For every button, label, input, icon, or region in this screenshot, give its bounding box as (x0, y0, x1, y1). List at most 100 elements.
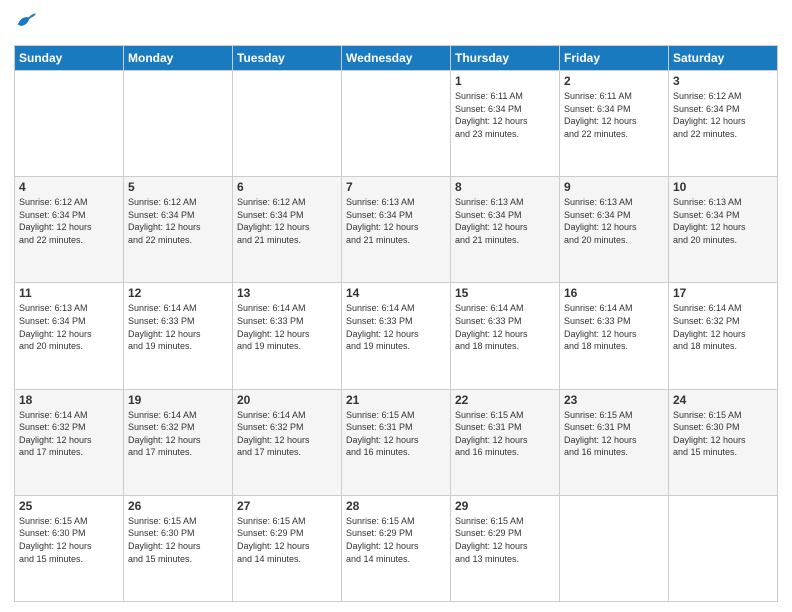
calendar-day-cell: 15 Sunrise: 6:14 AMSunset: 6:33 PMDayligh… (451, 283, 560, 389)
day-number: 8 (455, 180, 555, 194)
header (14, 10, 778, 37)
calendar-day-cell: 12 Sunrise: 6:14 AMSunset: 6:33 PMDayligh… (124, 283, 233, 389)
calendar-body: 1 Sunrise: 6:11 AMSunset: 6:34 PMDaylight… (15, 71, 778, 602)
calendar-day-cell: 6 Sunrise: 6:12 AMSunset: 6:34 PMDaylight… (233, 177, 342, 283)
day-number: 25 (19, 499, 119, 513)
day-info: Sunrise: 6:15 AMSunset: 6:29 PMDaylight:… (346, 515, 446, 565)
calendar-day-cell: 28 Sunrise: 6:15 AMSunset: 6:29 PMDayligh… (342, 495, 451, 601)
calendar-day-cell: 10 Sunrise: 6:13 AMSunset: 6:34 PMDayligh… (669, 177, 778, 283)
calendar-day-header: Tuesday (233, 46, 342, 71)
calendar-day-cell: 5 Sunrise: 6:12 AMSunset: 6:34 PMDaylight… (124, 177, 233, 283)
day-number: 14 (346, 286, 446, 300)
day-info: Sunrise: 6:15 AMSunset: 6:29 PMDaylight:… (455, 515, 555, 565)
calendar-day-cell (342, 71, 451, 177)
calendar-day-cell: 25 Sunrise: 6:15 AMSunset: 6:30 PMDayligh… (15, 495, 124, 601)
day-number: 4 (19, 180, 119, 194)
logo (14, 10, 38, 37)
calendar-day-cell: 2Sunrise: 6:11 AMSunset: 6:34 PMDaylight… (560, 71, 669, 177)
calendar-day-cell: 18 Sunrise: 6:14 AMSunset: 6:32 PMDayligh… (15, 389, 124, 495)
day-info: Sunrise: 6:11 AMSunset: 6:34 PMDaylight:… (455, 90, 555, 140)
day-number: 13 (237, 286, 337, 300)
calendar-day-cell: 8 Sunrise: 6:13 AMSunset: 6:34 PMDaylight… (451, 177, 560, 283)
day-info: Sunrise: 6:15 AMSunset: 6:29 PMDaylight:… (237, 515, 337, 565)
day-number: 2 (564, 74, 664, 88)
calendar-week-row: 1 Sunrise: 6:11 AMSunset: 6:34 PMDaylight… (15, 71, 778, 177)
day-info: Sunrise: 6:14 AMSunset: 6:33 PMDaylight:… (455, 302, 555, 352)
day-info: Sunrise: 6:12 AMSunset: 6:34 PMDaylight:… (673, 90, 773, 140)
day-info: Sunrise: 6:12 AMSunset: 6:34 PMDaylight:… (237, 196, 337, 246)
day-info: Sunrise: 6:13 AMSunset: 6:34 PMDaylight:… (564, 196, 664, 246)
day-number: 27 (237, 499, 337, 513)
day-info: Sunrise: 6:15 AMSunset: 6:31 PMDaylight:… (455, 409, 555, 459)
day-number: 7 (346, 180, 446, 194)
calendar-day-cell (15, 71, 124, 177)
calendar-day-header: Sunday (15, 46, 124, 71)
day-info: Sunrise: 6:13 AMSunset: 6:34 PMDaylight:… (19, 302, 119, 352)
day-number: 6 (237, 180, 337, 194)
calendar-day-cell: 14 Sunrise: 6:14 AMSunset: 6:33 PMDayligh… (342, 283, 451, 389)
calendar-day-cell: 29 Sunrise: 6:15 AMSunset: 6:29 PMDayligh… (451, 495, 560, 601)
day-info: Sunrise: 6:14 AMSunset: 6:32 PMDaylight:… (673, 302, 773, 352)
calendar-day-cell: 7 Sunrise: 6:13 AMSunset: 6:34 PMDaylight… (342, 177, 451, 283)
day-info: Sunrise: 6:14 AMSunset: 6:33 PMDaylight:… (564, 302, 664, 352)
day-number: 29 (455, 499, 555, 513)
day-number: 24 (673, 393, 773, 407)
calendar-header-row: SundayMondayTuesdayWednesdayThursdayFrid… (15, 46, 778, 71)
day-info: Sunrise: 6:12 AMSunset: 6:34 PMDaylight:… (19, 196, 119, 246)
day-number: 19 (128, 393, 228, 407)
day-number: 26 (128, 499, 228, 513)
calendar-day-cell (124, 71, 233, 177)
day-info: Sunrise: 6:13 AMSunset: 6:34 PMDaylight:… (455, 196, 555, 246)
calendar-day-cell: 4 Sunrise: 6:12 AMSunset: 6:34 PMDaylight… (15, 177, 124, 283)
calendar-day-cell: 16 Sunrise: 6:14 AMSunset: 6:33 PMDayligh… (560, 283, 669, 389)
day-number: 12 (128, 286, 228, 300)
calendar-day-cell: 9 Sunrise: 6:13 AMSunset: 6:34 PMDaylight… (560, 177, 669, 283)
day-info: Sunrise: 6:15 AMSunset: 6:31 PMDaylight:… (564, 409, 664, 459)
day-number: 15 (455, 286, 555, 300)
calendar-day-cell: 1 Sunrise: 6:11 AMSunset: 6:34 PMDaylight… (451, 71, 560, 177)
calendar-day-cell: 22Sunrise: 6:15 AMSunset: 6:31 PMDayligh… (451, 389, 560, 495)
day-number: 1 (455, 74, 555, 88)
day-info: Sunrise: 6:14 AMSunset: 6:32 PMDaylight:… (128, 409, 228, 459)
calendar-day-cell: 13 Sunrise: 6:14 AMSunset: 6:33 PMDayligh… (233, 283, 342, 389)
calendar-day-cell: 20 Sunrise: 6:14 AMSunset: 6:32 PMDayligh… (233, 389, 342, 495)
calendar-week-row: 4 Sunrise: 6:12 AMSunset: 6:34 PMDaylight… (15, 177, 778, 283)
day-info: Sunrise: 6:13 AMSunset: 6:34 PMDaylight:… (346, 196, 446, 246)
calendar-day-cell (233, 71, 342, 177)
calendar-day-cell: 27 Sunrise: 6:15 AMSunset: 6:29 PMDayligh… (233, 495, 342, 601)
day-number: 16 (564, 286, 664, 300)
day-info: Sunrise: 6:14 AMSunset: 6:33 PMDaylight:… (346, 302, 446, 352)
day-number: 28 (346, 499, 446, 513)
calendar-day-cell: 23 Sunrise: 6:15 AMSunset: 6:31 PMDayligh… (560, 389, 669, 495)
calendar-day-cell: 3 Sunrise: 6:12 AMSunset: 6:34 PMDaylight… (669, 71, 778, 177)
calendar-day-cell: 11Sunrise: 6:13 AMSunset: 6:34 PMDayligh… (15, 283, 124, 389)
calendar-day-cell: 24 Sunrise: 6:15 AMSunset: 6:30 PMDayligh… (669, 389, 778, 495)
day-info: Sunrise: 6:14 AMSunset: 6:32 PMDaylight:… (19, 409, 119, 459)
logo-bird-icon (14, 10, 36, 32)
day-number: 9 (564, 180, 664, 194)
day-info: Sunrise: 6:14 AMSunset: 6:33 PMDaylight:… (237, 302, 337, 352)
day-number: 23 (564, 393, 664, 407)
day-info: Sunrise: 6:12 AMSunset: 6:34 PMDaylight:… (128, 196, 228, 246)
day-number: 10 (673, 180, 773, 194)
day-number: 21 (346, 393, 446, 407)
calendar-day-cell (669, 495, 778, 601)
day-info: Sunrise: 6:15 AMSunset: 6:30 PMDaylight:… (673, 409, 773, 459)
day-info: Sunrise: 6:15 AMSunset: 6:30 PMDaylight:… (19, 515, 119, 565)
calendar-week-row: 18 Sunrise: 6:14 AMSunset: 6:32 PMDayligh… (15, 389, 778, 495)
calendar-day-cell: 17 Sunrise: 6:14 AMSunset: 6:32 PMDayligh… (669, 283, 778, 389)
day-number: 5 (128, 180, 228, 194)
page: SundayMondayTuesdayWednesdayThursdayFrid… (0, 0, 792, 612)
day-info: Sunrise: 6:14 AMSunset: 6:33 PMDaylight:… (128, 302, 228, 352)
day-info: Sunrise: 6:14 AMSunset: 6:32 PMDaylight:… (237, 409, 337, 459)
calendar-day-header: Saturday (669, 46, 778, 71)
calendar-day-cell: 19 Sunrise: 6:14 AMSunset: 6:32 PMDayligh… (124, 389, 233, 495)
day-number: 3 (673, 74, 773, 88)
day-number: 20 (237, 393, 337, 407)
calendar-day-header: Thursday (451, 46, 560, 71)
day-info: Sunrise: 6:13 AMSunset: 6:34 PMDaylight:… (673, 196, 773, 246)
day-number: 17 (673, 286, 773, 300)
day-number: 18 (19, 393, 119, 407)
calendar-week-row: 25 Sunrise: 6:15 AMSunset: 6:30 PMDayligh… (15, 495, 778, 601)
day-info: Sunrise: 6:15 AMSunset: 6:30 PMDaylight:… (128, 515, 228, 565)
